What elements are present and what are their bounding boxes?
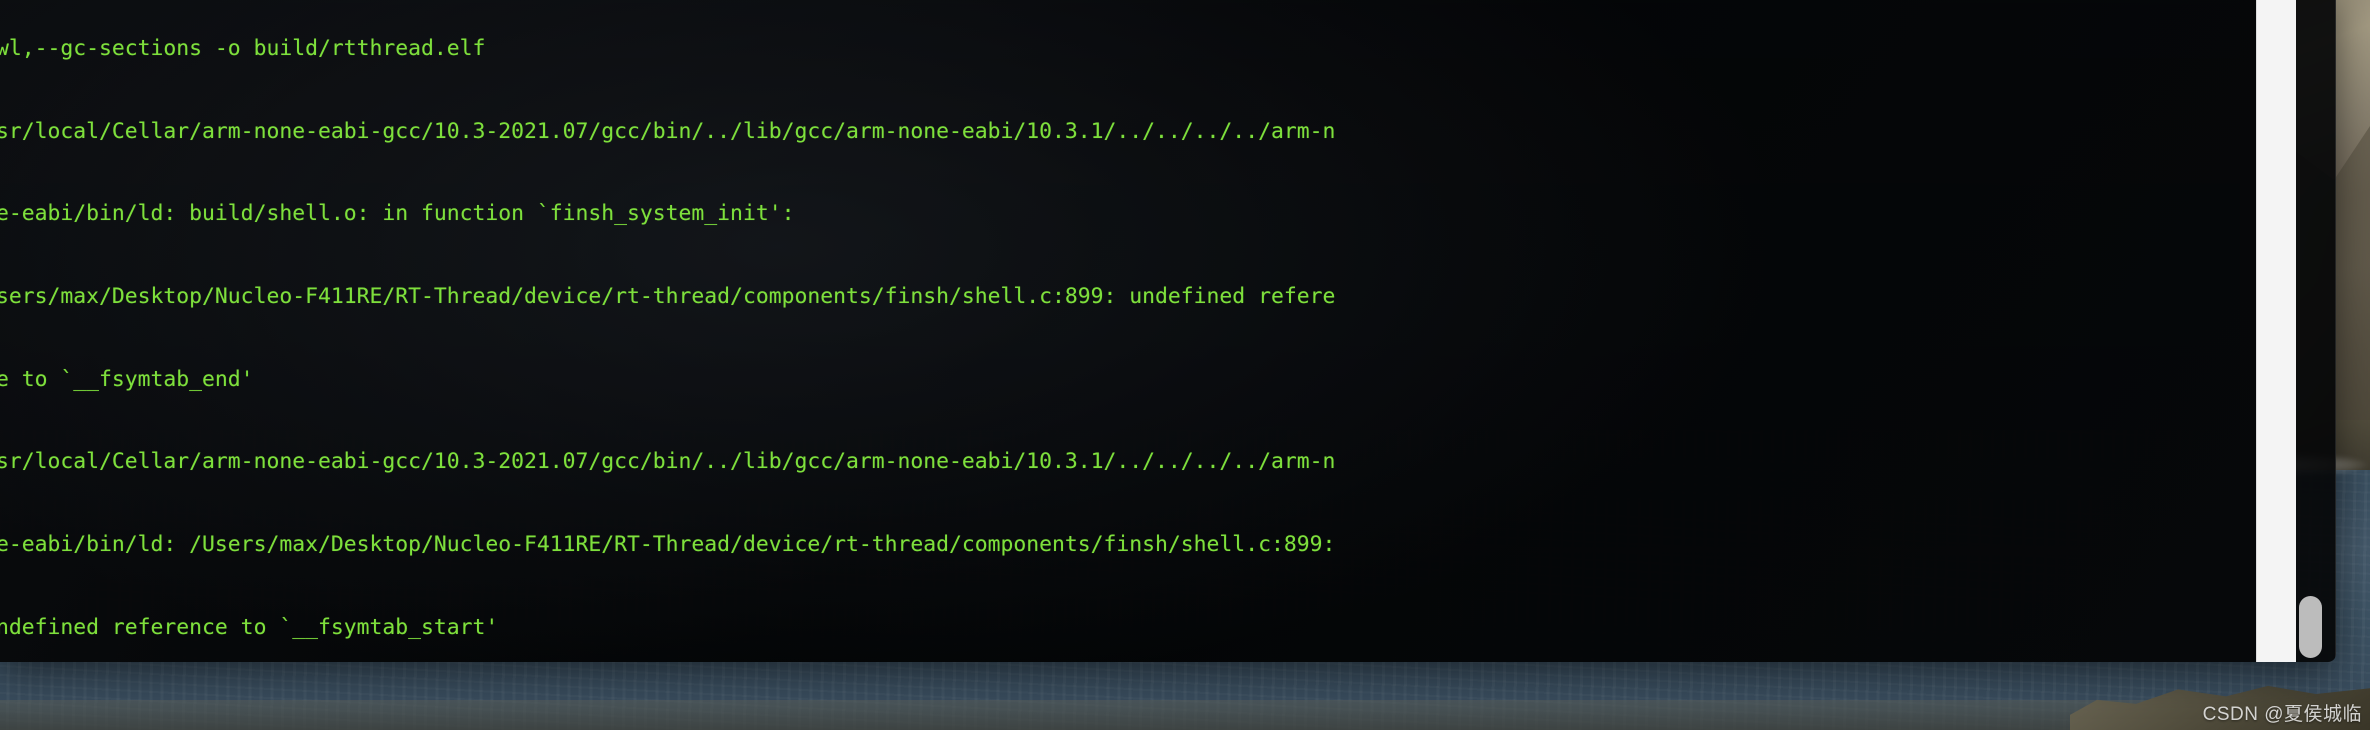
terminal-line: wl,--gc-sections -o build/rtthread.elf xyxy=(0,36,486,62)
watermark: CSDN @夏侯城临 xyxy=(2202,704,2362,725)
terminal-line: e to `__fsymtab_end' xyxy=(0,366,254,392)
terminal-line: sr/local/Cellar/arm-none-eabi-gcc/10.3-2… xyxy=(0,118,1336,144)
terminal-line: ndefined reference to `__fsymtab_start' xyxy=(0,614,499,640)
wallpaper-shore xyxy=(0,700,2370,730)
terminal-output-area[interactable]: wl,--gc-sections -o build/rtthread.elf s… xyxy=(0,0,2292,662)
terminal-line: e-eabi/bin/ld: /Users/max/Desktop/Nucleo… xyxy=(0,531,1336,557)
terminal-line: e-eabi/bin/ld: build/shell.o: in functio… xyxy=(0,201,795,227)
vertical-scrollbar-track[interactable] xyxy=(2256,0,2296,662)
terminal-line: sers/max/Desktop/Nucleo-F411RE/RT-Thread… xyxy=(0,284,1336,310)
terminal-window[interactable]: wl,--gc-sections -o build/rtthread.elf s… xyxy=(0,0,2336,662)
vertical-scrollbar-thumb[interactable] xyxy=(2299,596,2322,658)
terminal-text: wl,--gc-sections -o build/rtthread.elf s… xyxy=(0,0,1335,662)
terminal-line: sr/local/Cellar/arm-none-eabi-gcc/10.3-2… xyxy=(0,449,1336,475)
screen: wl,--gc-sections -o build/rtthread.elf s… xyxy=(0,0,2370,730)
